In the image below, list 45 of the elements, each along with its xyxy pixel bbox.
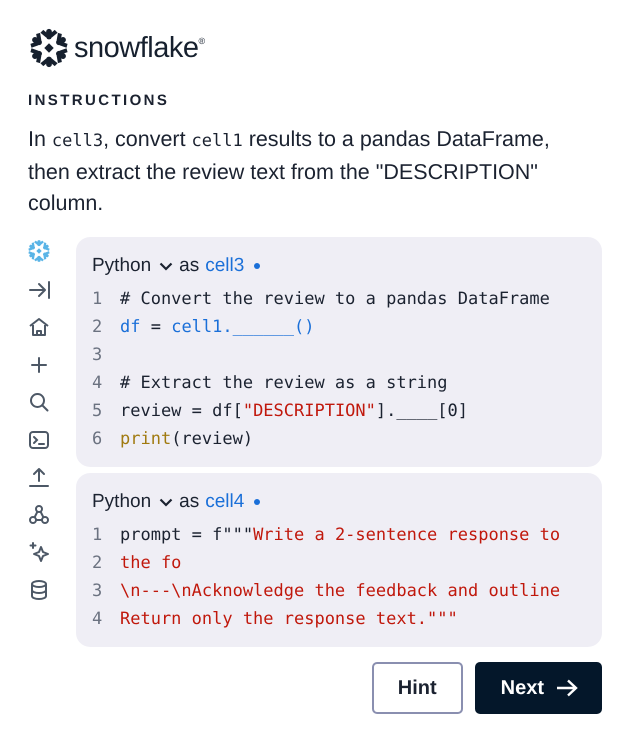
arrow-right-icon xyxy=(556,679,578,697)
next-button[interactable]: Next xyxy=(474,662,602,714)
line-number: 2 xyxy=(92,316,104,339)
line-number: 2 xyxy=(92,552,104,575)
line-number: 6 xyxy=(92,428,104,451)
sparkle-icon[interactable] xyxy=(28,541,50,563)
language-dropdown[interactable]: Python xyxy=(92,255,174,277)
status-dot xyxy=(254,263,260,269)
instruction-text: In cell3, convert cell1 results to a pandas DataFrame, then extract the review text from the "DESCRIPTION" column. xyxy=(28,126,551,217)
home-icon[interactable] xyxy=(28,316,50,338)
database-icon[interactable] xyxy=(28,578,50,600)
section-heading: INSTRUCTIONS xyxy=(28,92,170,109)
line-number: 1 xyxy=(92,524,104,547)
cell-name: cell3 xyxy=(205,255,244,277)
code-line: df = cell1.______() xyxy=(120,316,314,339)
line-number: 4 xyxy=(92,608,104,631)
line-number: 4 xyxy=(92,372,104,395)
as-label: as xyxy=(179,255,200,277)
chevron-down-icon xyxy=(159,262,174,270)
upload-icon[interactable] xyxy=(28,466,50,488)
as-label: as xyxy=(179,491,200,513)
logo-wordmark: snowflake xyxy=(74,32,198,64)
chevron-down-icon xyxy=(159,498,174,506)
nodes-icon[interactable] xyxy=(28,504,50,526)
snowflake-icon xyxy=(28,27,70,69)
hint-button[interactable]: Hint xyxy=(372,662,463,714)
code-line: print(review) xyxy=(120,428,254,451)
collapse-arrow-icon[interactable] xyxy=(28,278,50,300)
code-line: \n---\nAcknowledge the feedback and outline xyxy=(120,580,560,603)
line-number: 5 xyxy=(92,400,104,423)
line-number: 3 xyxy=(92,344,104,367)
code-line: review = df["DESCRIPTION"].____[0] xyxy=(120,400,468,423)
line-number: 1 xyxy=(92,288,104,311)
language-dropdown[interactable]: Python xyxy=(92,491,174,513)
code-line: # Extract the review as a string xyxy=(120,372,448,395)
line-number: 3 xyxy=(92,580,104,603)
cell-name: cell4 xyxy=(205,491,244,513)
code-line: Return only the response text.""" xyxy=(120,608,458,631)
status-dot xyxy=(254,499,260,505)
code-line: # Convert the review to a pandas DataFrame xyxy=(120,288,550,311)
search-icon[interactable] xyxy=(28,391,50,413)
code-line: prompt = f"""Write a 2-sentence response to xyxy=(120,524,560,547)
code-line: the fo xyxy=(120,552,182,575)
registered-mark: ® xyxy=(198,36,205,46)
terminal-icon[interactable] xyxy=(28,428,50,450)
